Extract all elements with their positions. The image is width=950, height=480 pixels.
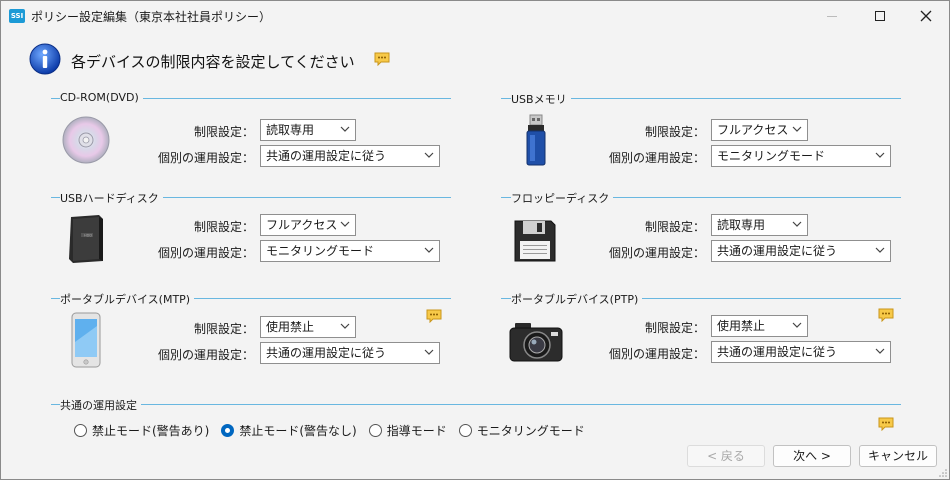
chevron-down-icon — [875, 152, 885, 158]
group-title-usb-memory: USBメモリ — [511, 91, 571, 107]
usb-hdd-individual-select[interactable]: モニタリングモード — [260, 240, 440, 262]
cdrom-individual-select[interactable]: 共通の運用設定に従う — [260, 145, 440, 167]
individual-label: 個別の運用設定： — [157, 348, 254, 362]
radio-prohibit-with-warning[interactable]: 禁止モード(警告あり) — [74, 422, 209, 439]
select-value: フルアクセス — [717, 123, 789, 137]
select-value: 読取専用 — [266, 123, 315, 137]
chevron-down-icon — [340, 221, 350, 227]
select-value: 使用禁止 — [266, 320, 315, 334]
hard-disk-icon: HDD — [69, 215, 103, 263]
comment-icon[interactable] — [374, 52, 390, 66]
comment-icon[interactable] — [426, 309, 442, 323]
select-value: 共通の運用設定に従う — [717, 345, 838, 359]
floppy-icon — [514, 220, 556, 262]
select-value: 読取専用 — [717, 218, 766, 232]
select-value: 共通の運用設定に従う — [717, 244, 838, 258]
back-button[interactable]: < 戻る — [687, 445, 765, 467]
comment-icon[interactable] — [878, 308, 894, 322]
select-value: フルアクセス — [266, 218, 338, 232]
radio-button[interactable] — [74, 424, 87, 437]
common-mode-radio-group: 禁止モード(警告あり) 禁止モード(警告なし) 指導モード モニタリングモード — [74, 422, 597, 439]
chevron-down-icon — [424, 247, 434, 253]
radio-monitoring-mode[interactable]: モニタリングモード — [458, 422, 585, 439]
chevron-down-icon — [340, 126, 350, 132]
radio-label: モニタリングモード — [476, 424, 585, 438]
cd-icon — [62, 116, 110, 164]
chevron-down-icon — [424, 349, 434, 355]
radio-guidance-mode[interactable]: 指導モード — [368, 422, 447, 439]
policy-edit-window: SSI ポリシー設定編集（東京本社社員ポリシー） 各デバイスの制限内容を設定して… — [0, 0, 950, 480]
group-title-usb-hdd: USBハードディスク — [60, 190, 163, 206]
radio-label: 禁止モード(警告あり) — [92, 424, 210, 438]
ptp-restriction-select[interactable]: 使用禁止 — [711, 315, 808, 337]
radio-button-selected[interactable] — [221, 424, 235, 437]
usb-memory-restriction-select[interactable]: フルアクセス — [711, 119, 808, 141]
radio-label: 指導モード — [386, 424, 447, 438]
floppy-individual-select[interactable]: 共通の運用設定に従う — [711, 240, 891, 262]
minimize-button[interactable] — [809, 1, 855, 31]
cdrom-restriction-select[interactable]: 読取専用 — [260, 119, 356, 141]
usb-hdd-restriction-select[interactable]: フルアクセス — [260, 214, 356, 236]
camera-icon — [509, 323, 563, 362]
restriction-label: 制限設定： — [193, 322, 254, 336]
group-title-floppy: フロッピーディスク — [511, 190, 614, 206]
close-button[interactable] — [903, 1, 949, 31]
next-button[interactable]: 次へ > — [773, 445, 851, 467]
individual-label: 個別の運用設定： — [157, 246, 254, 260]
select-value: 共通の運用設定に従う — [266, 149, 387, 163]
maximize-button[interactable] — [857, 1, 903, 31]
individual-label: 個別の運用設定： — [608, 347, 705, 361]
individual-label: 個別の運用設定： — [608, 151, 705, 165]
mtp-individual-select[interactable]: 共通の運用設定に従う — [260, 342, 440, 364]
close-icon — [920, 10, 932, 22]
chevron-down-icon — [792, 221, 802, 227]
select-value: モニタリングモード — [266, 244, 375, 258]
restriction-label: 制限設定： — [193, 220, 254, 234]
resize-grip-icon[interactable] — [939, 469, 947, 477]
group-title-ptp: ポータブルデバイス(PTP) — [511, 291, 643, 307]
select-value: 使用禁止 — [717, 319, 766, 333]
window-title: ポリシー設定編集（東京本社社員ポリシー） — [31, 10, 272, 24]
chevron-down-icon — [424, 152, 434, 158]
comment-icon[interactable] — [878, 417, 894, 431]
info-icon — [29, 43, 61, 75]
cancel-button[interactable]: キャンセル — [859, 445, 937, 467]
chevron-down-icon — [792, 126, 802, 132]
radio-button[interactable] — [368, 424, 382, 437]
mtp-restriction-select[interactable]: 使用禁止 — [260, 316, 356, 338]
individual-label: 個別の運用設定： — [608, 246, 705, 260]
chevron-down-icon — [340, 323, 350, 329]
ptp-individual-select[interactable]: 共通の運用設定に従う — [711, 341, 891, 363]
minimize-icon — [827, 15, 837, 17]
radio-button[interactable] — [458, 424, 472, 437]
restriction-label: 制限設定： — [193, 125, 254, 139]
select-value: モニタリングモード — [717, 149, 826, 163]
group-title-common: 共通の運用設定 — [60, 397, 141, 413]
svg-text:HDD: HDD — [84, 234, 92, 238]
group-title-cdrom: CD-ROM(DVD) — [60, 91, 143, 104]
instruction-text: 各デバイスの制限内容を設定してください — [71, 53, 355, 71]
restriction-label: 制限設定： — [644, 220, 705, 234]
group-divider — [51, 404, 901, 405]
restriction-label: 制限設定： — [644, 125, 705, 139]
chevron-down-icon — [792, 322, 802, 328]
restriction-label: 制限設定： — [644, 321, 705, 335]
smartphone-icon — [71, 312, 101, 368]
radio-label: 禁止モード(警告なし) — [239, 424, 357, 438]
select-value: 共通の運用設定に従う — [266, 346, 387, 360]
usb-memory-icon — [526, 114, 546, 166]
individual-label: 個別の運用設定： — [157, 151, 254, 165]
usb-memory-individual-select[interactable]: モニタリングモード — [711, 145, 891, 167]
radio-prohibit-no-warning[interactable]: 禁止モード(警告なし) — [221, 422, 357, 439]
title-bar: SSI ポリシー設定編集（東京本社社員ポリシー） — [1, 1, 949, 31]
app-icon: SSI — [9, 9, 25, 23]
chevron-down-icon — [875, 247, 885, 253]
group-title-mtp: ポータブルデバイス(MTP) — [60, 291, 195, 307]
maximize-icon — [875, 11, 885, 21]
floppy-restriction-select[interactable]: 読取専用 — [711, 214, 808, 236]
chevron-down-icon — [875, 348, 885, 354]
